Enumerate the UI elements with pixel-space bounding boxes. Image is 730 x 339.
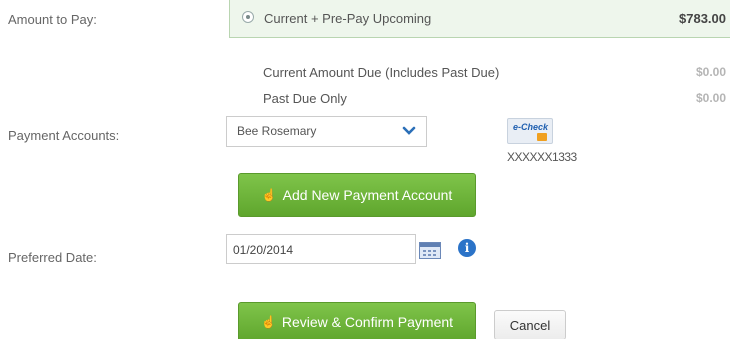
- preferred-date-label: Preferred Date:: [8, 250, 97, 265]
- payment-account-value: Bee Rosemary: [237, 124, 317, 138]
- info-glyph: i: [464, 241, 470, 255]
- calendar-icon[interactable]: [419, 242, 441, 259]
- hand-pointer-icon: ☝: [261, 188, 277, 202]
- option-amount: $0.00: [695, 91, 726, 105]
- add-payment-account-label: Add New Payment Account: [282, 187, 453, 203]
- option-label: Current + Pre-Pay Upcoming: [264, 11, 432, 26]
- e-check-icon: e-Check: [507, 118, 553, 144]
- option-label: Past Due Only: [263, 91, 347, 106]
- add-payment-account-button[interactable]: ☝ Add New Payment Account: [238, 173, 476, 217]
- e-check-badge: [537, 133, 547, 141]
- chevron-down-icon: [402, 126, 416, 135]
- option-amount: $0.00: [695, 65, 726, 79]
- cancel-button[interactable]: Cancel: [494, 310, 566, 339]
- review-confirm-payment-button[interactable]: ☝ Review & Confirm Payment: [238, 302, 476, 339]
- masked-account-number: XXXXXX1333: [507, 150, 577, 164]
- e-check-text: e-Check: [513, 122, 549, 132]
- review-confirm-label: Review & Confirm Payment: [281, 314, 454, 330]
- option-label: Current Amount Due (Includes Past Due): [263, 65, 500, 80]
- amount-to-pay-label: Amount to Pay:: [8, 12, 97, 27]
- payment-option-current-prepay[interactable]: Current + Pre-Pay Upcoming $783.00: [229, 0, 730, 38]
- hand-pointer-icon: ☝: [260, 315, 276, 329]
- option-amount: $783.00: [679, 11, 726, 26]
- radio-selected-icon[interactable]: [242, 11, 254, 23]
- info-icon[interactable]: i: [458, 239, 476, 257]
- preferred-date-input[interactable]: 01/20/2014: [226, 234, 416, 264]
- payment-accounts-label: Payment Accounts:: [8, 128, 120, 143]
- payment-account-select[interactable]: Bee Rosemary: [226, 116, 427, 147]
- preferred-date-value: 01/20/2014: [233, 243, 294, 257]
